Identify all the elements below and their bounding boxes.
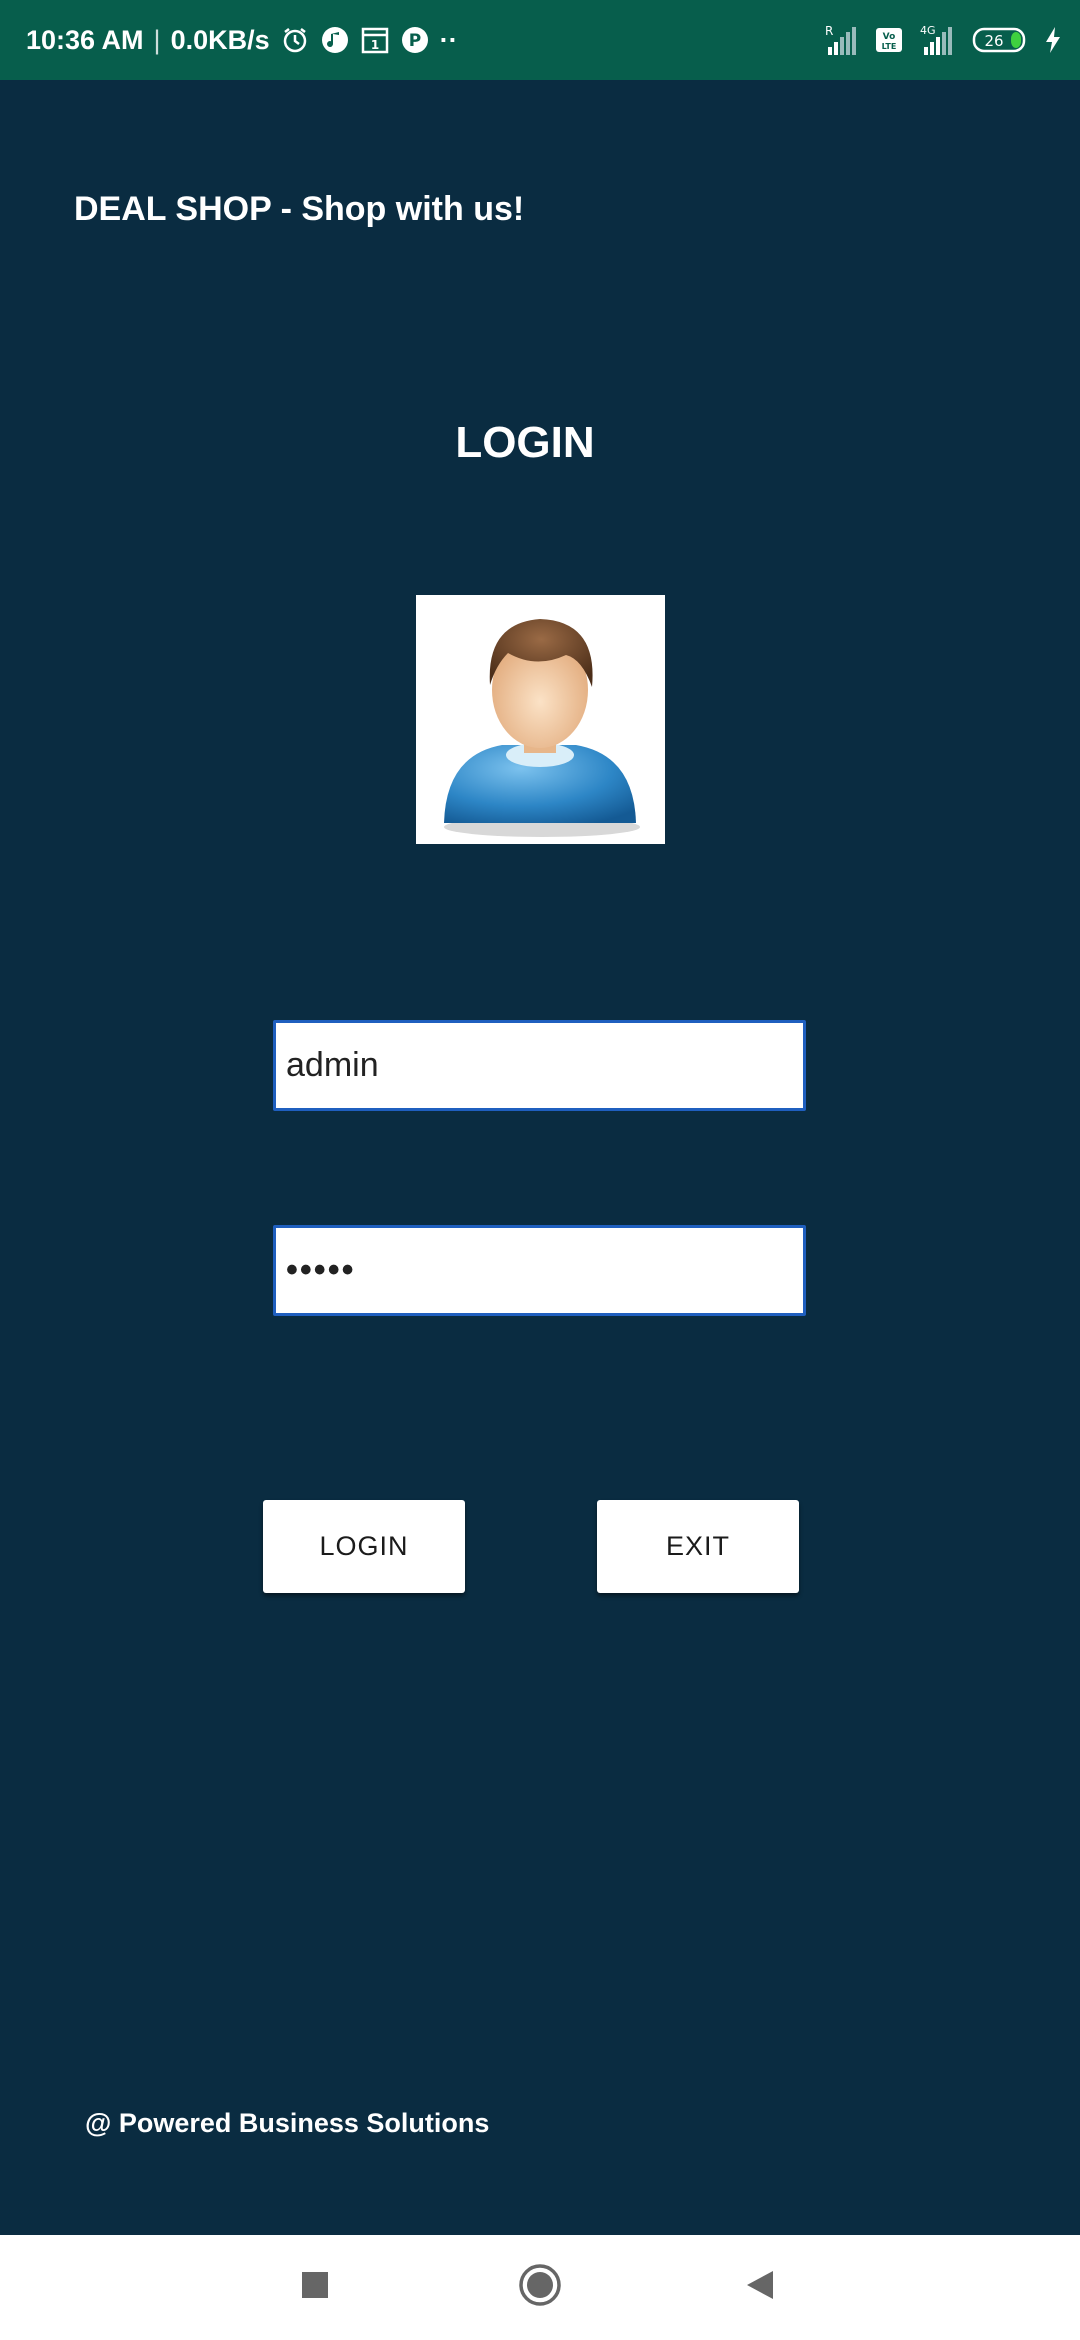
recents-button[interactable] (255, 2235, 375, 2340)
svg-text:LTE: LTE (882, 42, 897, 51)
status-time: 10:36 AM (26, 24, 144, 55)
sim-r-label: R (825, 24, 833, 38)
user-avatar-icon (416, 595, 665, 844)
svg-text:P: P (408, 31, 420, 51)
recents-icon (300, 2270, 330, 2305)
footer-credit: @ Powered Business Solutions (85, 2108, 490, 2138)
battery-level: 26 (984, 32, 1003, 50)
login-title: LOGIN (455, 418, 595, 467)
alarm-icon (280, 25, 310, 55)
svg-text:1: 1 (370, 38, 378, 52)
navigation-bar (0, 2235, 1080, 2340)
status-left: 10:36 AM | 0.0KB/s 1 P ·· (26, 0, 458, 80)
volte-icon: Vo LTE (874, 25, 904, 55)
home-button[interactable] (480, 2235, 600, 2340)
calendar-icon: 1 (360, 25, 390, 55)
signal-icon: R (824, 23, 860, 57)
more-notifications: ·· (439, 24, 458, 55)
network-speed: 0.0KB/s (170, 24, 270, 55)
username-value: admin (286, 1046, 379, 1084)
network-4g-icon: 4G (918, 23, 958, 57)
app-header-title: DEAL SHOP - Shop with us! (74, 190, 525, 228)
network-4g-label: 4G (920, 24, 936, 37)
password-field[interactable]: ••••• (273, 1225, 806, 1316)
paytm-icon: P (400, 25, 430, 55)
svg-text:Vo: Vo (883, 32, 896, 42)
charging-icon (1044, 25, 1062, 55)
username-field[interactable]: admin (273, 1020, 806, 1111)
status-bar: 10:36 AM | 0.0KB/s 1 P ·· R Vo LTE 4G 26 (0, 0, 1080, 80)
status-separator: | (153, 24, 161, 55)
back-icon (743, 2268, 777, 2307)
login-button[interactable]: LOGIN (263, 1500, 465, 1593)
music-icon (320, 25, 350, 55)
exit-button[interactable]: EXIT (597, 1500, 799, 1593)
status-right: R Vo LTE 4G 26 (824, 0, 1062, 80)
password-value: ••••• (286, 1251, 356, 1289)
back-button[interactable] (700, 2235, 820, 2340)
home-icon (518, 2263, 562, 2312)
battery-icon: 26 (972, 25, 1030, 55)
